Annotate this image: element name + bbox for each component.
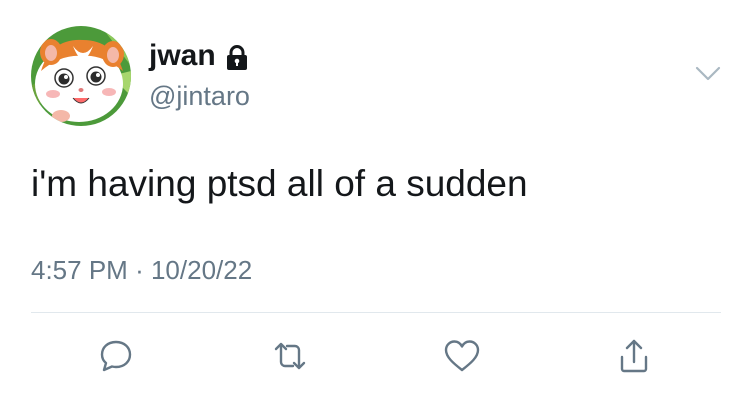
tweet-card: jwan @jintaro i'm having ptsd all of a s… [0,0,750,401]
display-name[interactable]: jwan [149,38,216,74]
like-button[interactable] [442,336,482,376]
tweet-date: 10/20/22 [150,255,253,285]
user-handle[interactable]: @jintaro [149,80,250,112]
retweet-icon [274,342,306,370]
avatar[interactable] [31,26,131,126]
meta-separator: · [135,255,144,285]
share-button[interactable] [614,336,654,376]
lock-icon [226,44,248,70]
tweet-timestamp[interactable]: 4:57 PM · 10/20/22 [31,254,252,286]
share-icon [620,339,648,373]
tweet-time: 4:57 PM [31,255,128,285]
divider [31,312,721,313]
speech-bubble-icon [100,340,132,372]
chevron-down-icon[interactable] [693,60,723,88]
hamster-avatar-image [31,26,131,126]
display-name-row: jwan [149,38,248,74]
tweet-text: i'm having ptsd all of a sudden [31,163,528,204]
retweet-button[interactable] [270,336,310,376]
reply-button[interactable] [96,336,136,376]
heart-icon [444,340,480,372]
